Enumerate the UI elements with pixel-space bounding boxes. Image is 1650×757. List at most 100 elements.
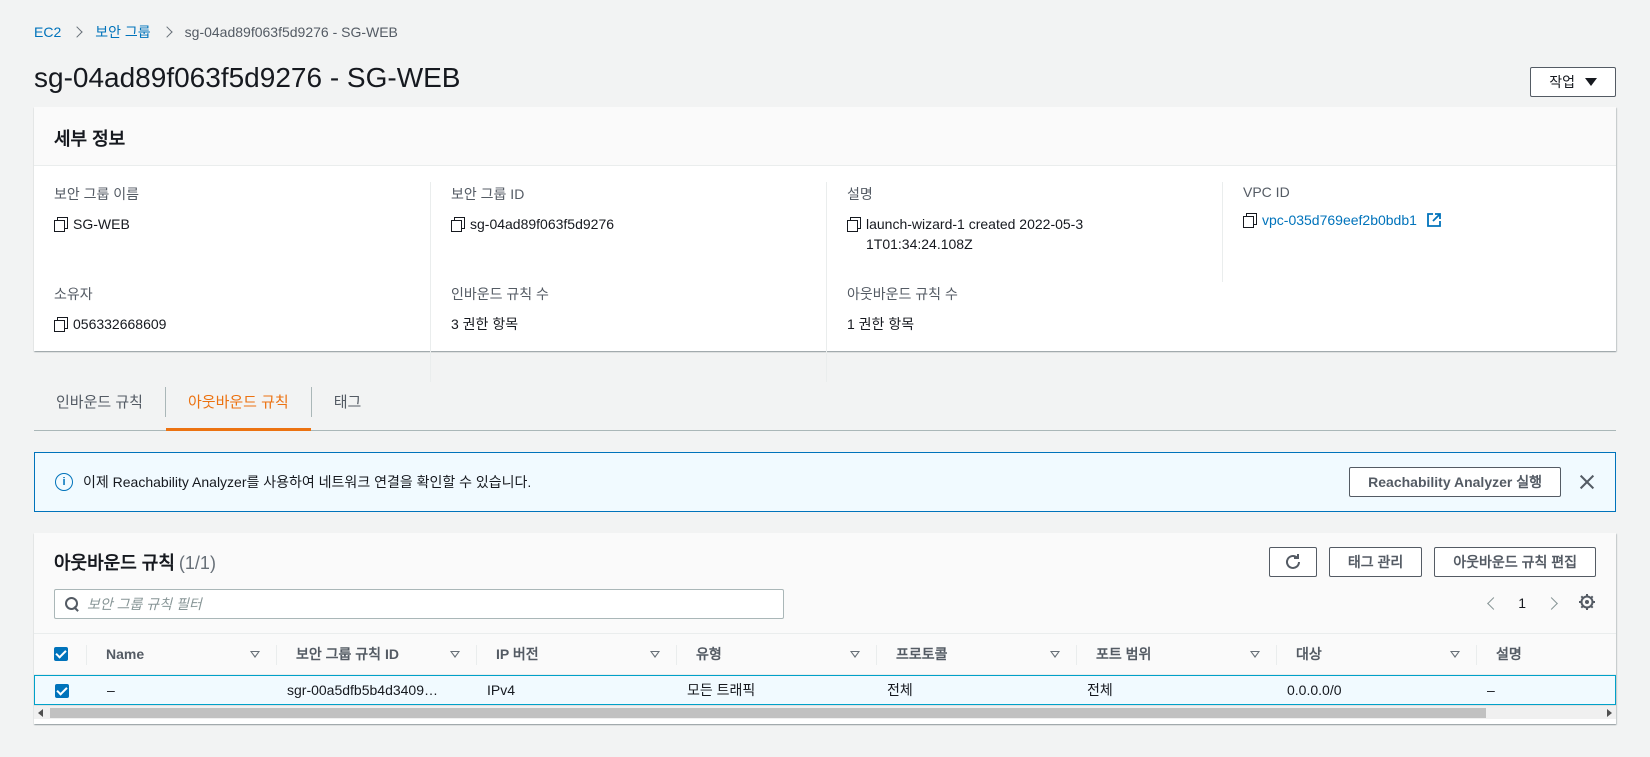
field-value: 3 권한 항목 bbox=[451, 316, 519, 332]
field-value: 1 권한 항목 bbox=[847, 316, 915, 332]
copy-icon[interactable] bbox=[1243, 213, 1257, 228]
row-checkbox[interactable] bbox=[55, 684, 69, 699]
rules-count: (1/1) bbox=[178, 553, 216, 573]
field-owner: 소유자 056332668609 bbox=[34, 282, 430, 382]
field-label: VPC ID bbox=[1243, 184, 1290, 200]
copy-icon[interactable] bbox=[847, 217, 861, 232]
chevron-right-icon[interactable] bbox=[1548, 598, 1558, 608]
close-icon[interactable] bbox=[1579, 474, 1595, 490]
header-select bbox=[34, 634, 86, 674]
table-row[interactable]: – sgr-00a5dfb5b4d3409… IPv4 모든 트래픽 전체 전체… bbox=[34, 675, 1616, 705]
outbound-rules-panel: 아웃바운드 규칙(1/1) 태그 관리 아웃바운드 규칙 편집 1 Name 보… bbox=[34, 533, 1616, 724]
sort-icon[interactable] bbox=[250, 651, 260, 658]
info-icon: i bbox=[55, 473, 73, 491]
column-header[interactable]: 유형 bbox=[676, 634, 876, 674]
cell-ip-version: IPv4 bbox=[487, 682, 516, 698]
field-label: 보안 그룹 이름 bbox=[54, 186, 140, 202]
rules-buttons: 태그 관리 아웃바운드 규칙 편집 bbox=[1268, 547, 1596, 577]
column-header[interactable]: Name bbox=[86, 634, 276, 674]
field-sg-id: 보안 그룹 ID sg-04ad89f063f5d9276 bbox=[430, 182, 826, 282]
copy-icon[interactable] bbox=[54, 317, 68, 332]
chevron-right-icon bbox=[73, 25, 83, 39]
refresh-button[interactable] bbox=[1268, 547, 1317, 577]
field-empty bbox=[1222, 282, 1616, 382]
breadcrumb-security-groups[interactable]: 보안 그룹 bbox=[95, 22, 150, 42]
refresh-icon bbox=[1285, 554, 1300, 569]
field-value: launch-wizard-1 created 2022-05-31T01:34… bbox=[866, 216, 1084, 252]
tab-inbound-rules[interactable]: 인바운드 규칙 bbox=[34, 373, 165, 431]
sort-icon[interactable] bbox=[1450, 651, 1460, 658]
cell-protocol: 전체 bbox=[887, 682, 913, 698]
scroll-right-icon[interactable] bbox=[1607, 709, 1612, 717]
rules-table: Name 보안 그룹 규칙 ID IP 버전 유형 프로토콜 포트 범위 대상 … bbox=[34, 633, 1616, 705]
horizontal-scrollbar[interactable] bbox=[34, 705, 1616, 719]
search-input[interactable] bbox=[87, 596, 783, 612]
actions-label: 작업 bbox=[1549, 74, 1575, 90]
column-header[interactable]: 포트 범위 bbox=[1076, 634, 1276, 674]
actions-button[interactable]: 작업 bbox=[1530, 67, 1616, 97]
sort-icon[interactable] bbox=[850, 651, 860, 658]
chevron-left-icon[interactable] bbox=[1486, 598, 1496, 608]
cell-type: 모든 트래픽 bbox=[687, 682, 756, 698]
sort-icon[interactable] bbox=[450, 651, 460, 658]
details-panel: 세부 정보 보안 그룹 이름 SG-WEB 보안 그룹 ID sg-04ad89… bbox=[34, 107, 1616, 382]
search-icon bbox=[65, 597, 79, 611]
rules-filter[interactable] bbox=[54, 589, 784, 619]
tab-outbound-rules[interactable]: 아웃바운드 규칙 bbox=[165, 373, 311, 431]
field-label: 보안 그룹 ID bbox=[451, 186, 525, 202]
field-sg-name: 보안 그룹 이름 SG-WEB bbox=[34, 182, 430, 282]
tab-tags[interactable]: 태그 bbox=[312, 373, 384, 431]
select-all-checkbox[interactable] bbox=[54, 647, 68, 661]
breadcrumb-current: sg-04ad89f063f5d9276 - SG-WEB bbox=[184, 24, 398, 40]
scroll-left-icon[interactable] bbox=[38, 709, 43, 717]
run-reachability-analyzer-button[interactable]: Reachability Analyzer 실행 bbox=[1349, 467, 1561, 497]
vpc-link[interactable]: vpc-035d769eef2b0bdb1 bbox=[1262, 210, 1417, 230]
gear-icon[interactable] bbox=[1578, 593, 1596, 611]
field-label: 설명 bbox=[847, 186, 873, 202]
field-inbound-count: 인바운드 규칙 수 3 권한 항목 bbox=[430, 282, 826, 382]
info-alert: i 이제 Reachability Analyzer를 사용하여 네트워크 연결… bbox=[34, 452, 1616, 512]
edit-outbound-rules-button[interactable]: 아웃바운드 규칙 편집 bbox=[1434, 547, 1596, 577]
details-header: 세부 정보 bbox=[34, 107, 1616, 166]
rules-header: 아웃바운드 규칙(1/1) 태그 관리 아웃바운드 규칙 편집 1 bbox=[34, 533, 1616, 633]
rules-title-text: 아웃바운드 규칙 bbox=[54, 553, 175, 573]
field-label: 아웃바운드 규칙 수 bbox=[847, 286, 958, 302]
row-select bbox=[35, 682, 87, 699]
cell-destination: 0.0.0.0/0 bbox=[1287, 682, 1342, 698]
field-description: 설명 launch-wizard-1 created 2022-05-31T01… bbox=[826, 182, 1222, 282]
column-header[interactable]: IP 버전 bbox=[476, 634, 676, 674]
field-vpc-id: VPC ID vpc-035d769eef2b0bdb1 bbox=[1222, 182, 1616, 282]
field-value: 056332668609 bbox=[73, 316, 167, 332]
breadcrumb-ec2[interactable]: EC2 bbox=[34, 24, 61, 40]
pagination: 1 bbox=[1486, 595, 1558, 611]
field-label: 소유자 bbox=[54, 286, 93, 302]
caret-down-icon bbox=[1585, 78, 1597, 86]
cell-description: – bbox=[1487, 682, 1495, 698]
sort-icon[interactable] bbox=[650, 651, 660, 658]
tab-bar: 인바운드 규칙 아웃바운드 규칙 태그 bbox=[34, 373, 1616, 431]
alert-text: 이제 Reachability Analyzer를 사용하여 네트워크 연결을 … bbox=[83, 474, 532, 490]
breadcrumb: EC2 보안 그룹 sg-04ad89f063f5d9276 - SG-WEB bbox=[34, 22, 398, 42]
field-value: SG-WEB bbox=[73, 216, 130, 232]
page-number[interactable]: 1 bbox=[1518, 595, 1526, 611]
manage-tags-button[interactable]: 태그 관리 bbox=[1328, 547, 1423, 577]
field-label: 인바운드 규칙 수 bbox=[451, 286, 549, 302]
external-link-icon[interactable] bbox=[1427, 213, 1441, 227]
field-value: sg-04ad89f063f5d9276 bbox=[470, 216, 615, 232]
sort-icon[interactable] bbox=[1050, 651, 1060, 658]
cell-rule-id: sgr-00a5dfb5b4d3409… bbox=[287, 682, 439, 698]
column-header[interactable]: 보안 그룹 규칙 ID bbox=[276, 634, 476, 674]
cell-port-range: 전체 bbox=[1087, 682, 1113, 698]
copy-icon[interactable] bbox=[54, 217, 68, 232]
column-header[interactable]: 대상 bbox=[1276, 634, 1476, 674]
column-header[interactable]: 설명 bbox=[1476, 634, 1616, 674]
field-outbound-count: 아웃바운드 규칙 수 1 권한 항목 bbox=[826, 282, 1222, 382]
scrollbar-thumb[interactable] bbox=[50, 708, 1486, 718]
copy-icon[interactable] bbox=[451, 217, 465, 232]
column-header[interactable]: 프로토콜 bbox=[876, 634, 1076, 674]
cell-name: – bbox=[107, 682, 115, 698]
rules-title: 아웃바운드 규칙 (1/1) bbox=[54, 549, 216, 575]
sort-icon[interactable] bbox=[1250, 651, 1260, 658]
table-header: Name 보안 그룹 규칙 ID IP 버전 유형 프로토콜 포트 범위 대상 … bbox=[34, 633, 1616, 675]
page-title: sg-04ad89f063f5d9276 - SG-WEB bbox=[34, 62, 461, 93]
